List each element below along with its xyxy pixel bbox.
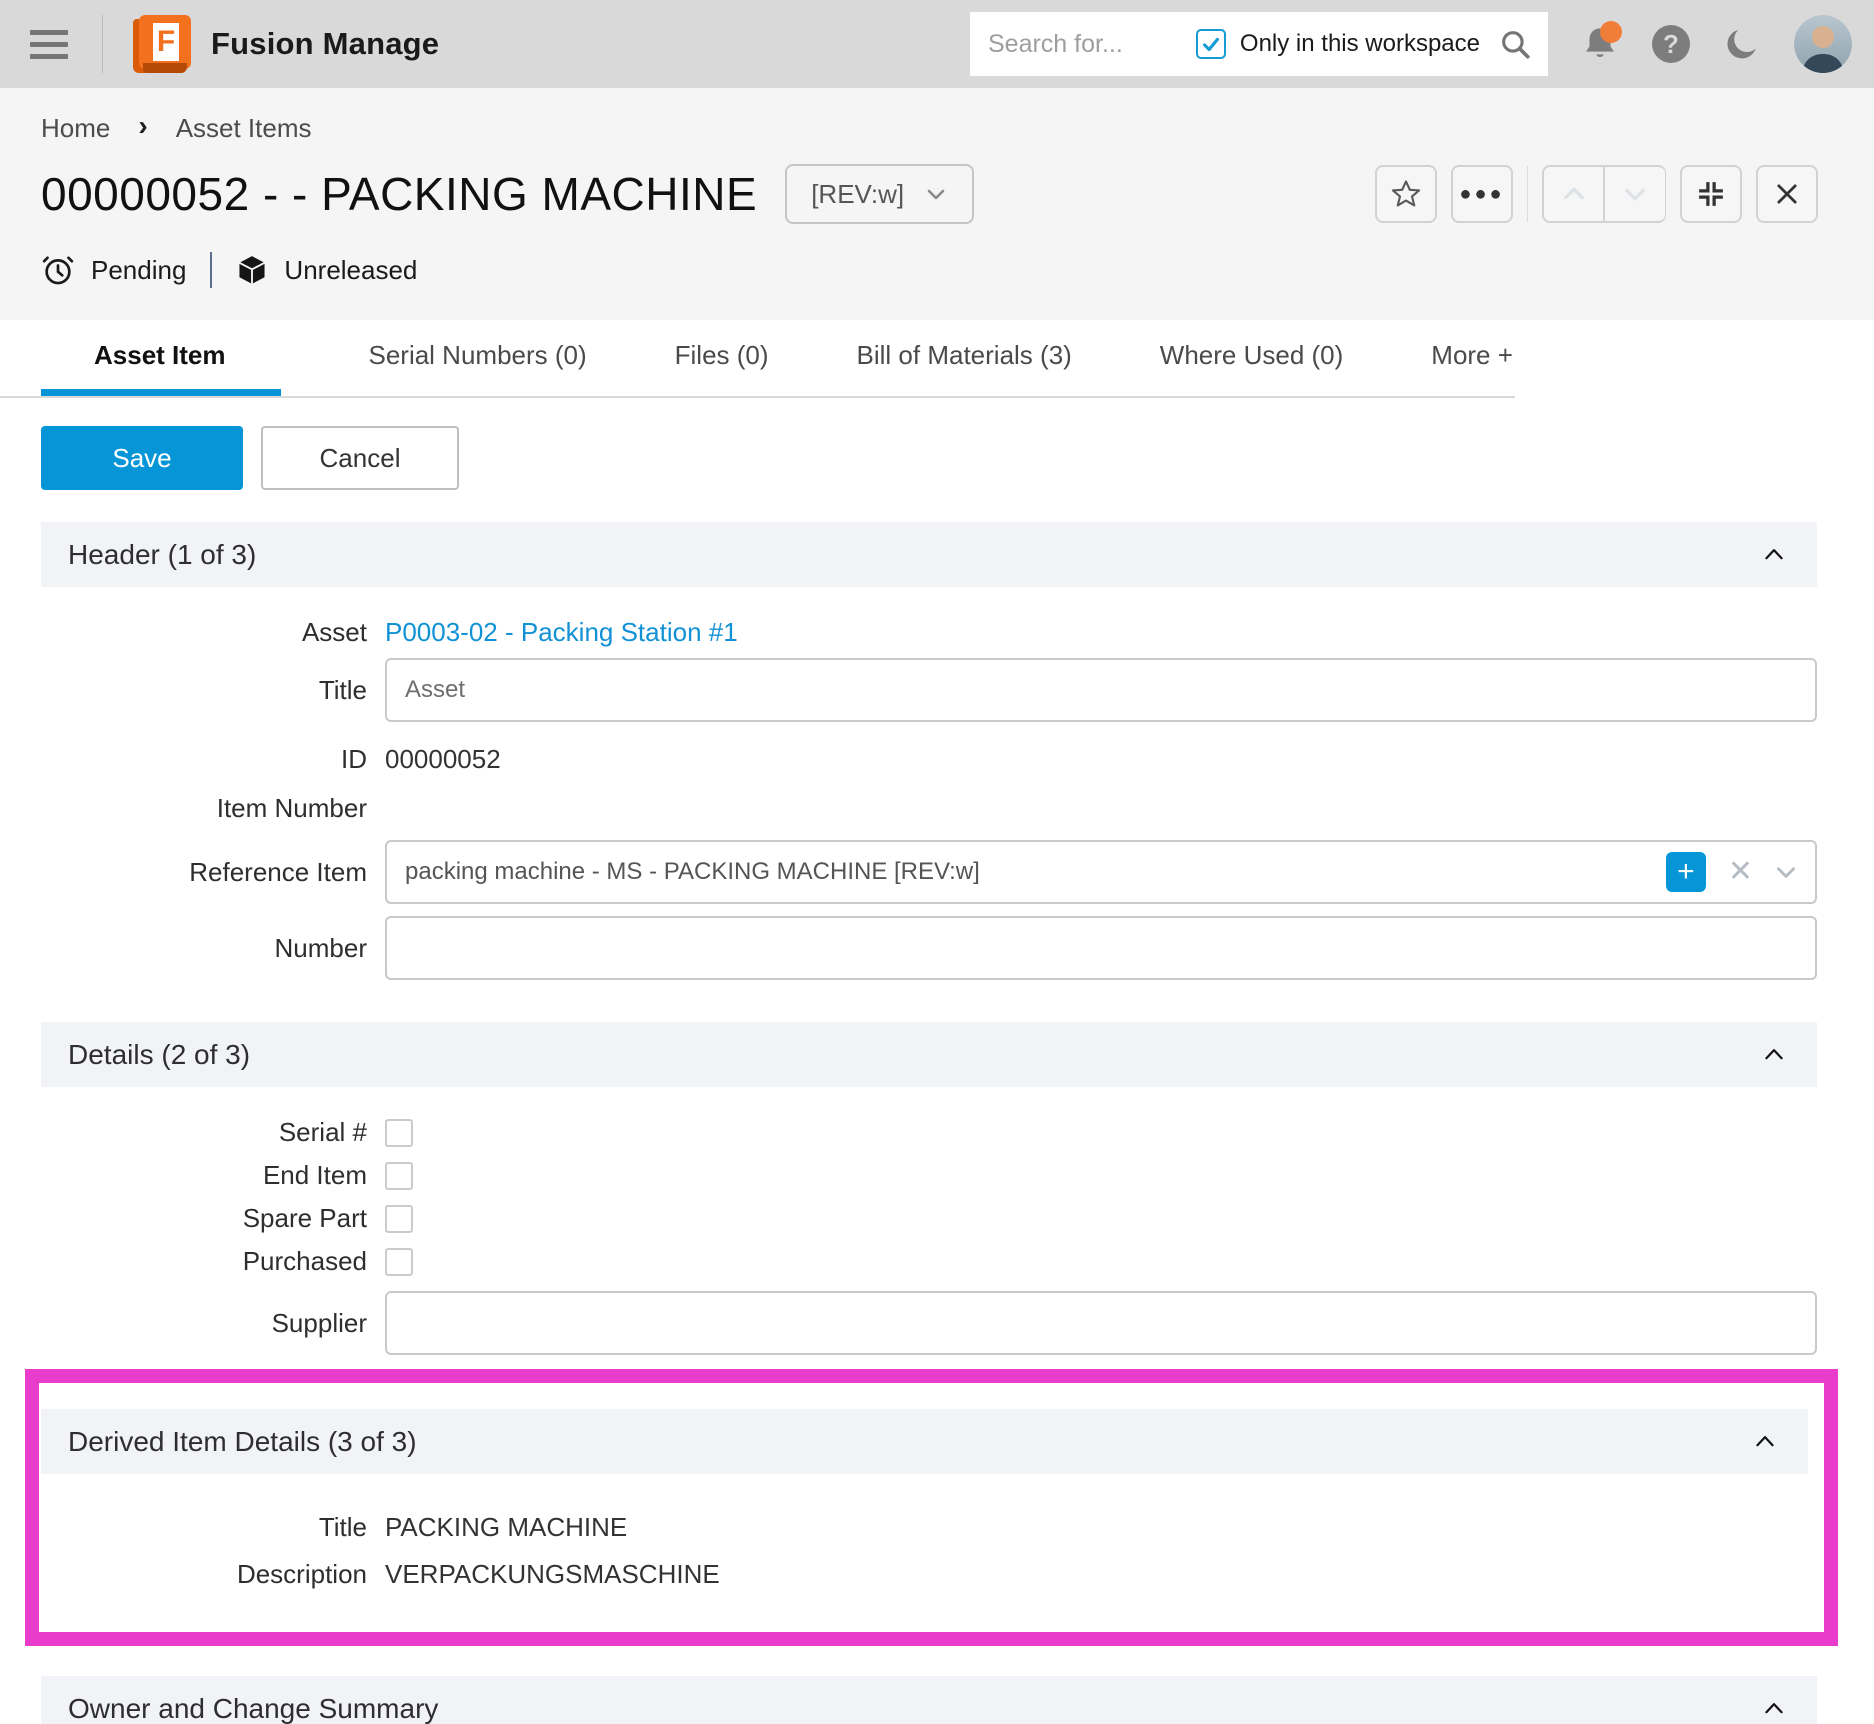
section-title: Header (1 of 3) <box>68 539 256 571</box>
purchased-checkbox[interactable] <box>385 1248 413 1276</box>
dark-mode-moon-icon[interactable] <box>1722 24 1762 64</box>
record-header: Home › Asset Items 00000052 - - PACKING … <box>0 88 1874 320</box>
workspace-checkbox[interactable] <box>1196 29 1226 59</box>
previous-record-button[interactable] <box>1542 165 1604 223</box>
collapse-chevron-icon[interactable] <box>1761 542 1787 568</box>
bookmark-button[interactable] <box>1375 165 1437 223</box>
title-input[interactable] <box>385 658 1817 722</box>
cancel-button[interactable]: Cancel <box>261 426 459 490</box>
field-purchased: Purchased <box>41 1246 1817 1277</box>
field-number: Number <box>41 916 1817 980</box>
section-header-bar[interactable]: Header (1 of 3) <box>41 522 1817 587</box>
field-title: Title <box>41 658 1817 722</box>
reference-item-picker[interactable]: packing machine - MS - PACKING MACHINE [… <box>385 840 1817 904</box>
notifications-bell-icon[interactable] <box>1580 23 1620 65</box>
user-avatar[interactable] <box>1794 15 1852 73</box>
tab-bar: Asset Item Serial Numbers (0) Files (0) … <box>0 320 1515 398</box>
release-state-badge: Unreleased <box>284 255 417 286</box>
status-badge: Pending <box>91 255 186 286</box>
plus-icon: + <box>1677 857 1695 887</box>
page-title: 00000052 - - PACKING MACHINE <box>41 167 757 221</box>
status-row: Pending Unreleased <box>41 252 1818 320</box>
collapse-chevron-icon[interactable] <box>1761 1696 1787 1722</box>
end-item-checkbox[interactable] <box>385 1162 413 1190</box>
tab-bill-of-materials[interactable]: Bill of Materials (3) <box>857 320 1072 396</box>
field-reference-item: Reference Item packing machine - MS - PA… <box>41 840 1817 904</box>
close-icon <box>1773 180 1801 208</box>
field-serial: Serial # <box>41 1117 1817 1148</box>
more-actions-button[interactable]: ●●● <box>1451 165 1513 223</box>
breadcrumb-home[interactable]: Home <box>41 113 110 144</box>
section-title: Details (2 of 3) <box>68 1039 250 1071</box>
derived-title-value: PACKING MACHINE <box>385 1512 627 1543</box>
chevron-up-icon <box>1560 180 1588 208</box>
fusion-manage-logo: F <box>133 15 191 73</box>
search-box: Only in this workspace <box>970 12 1548 76</box>
next-record-button[interactable] <box>1604 165 1666 223</box>
app-title: Fusion Manage <box>211 26 439 62</box>
field-item-number: Item Number <box>41 793 1817 824</box>
field-end-item: End Item <box>41 1160 1817 1191</box>
search-input[interactable] <box>988 30 1196 59</box>
tab-where-used[interactable]: Where Used (0) <box>1160 320 1344 396</box>
id-value: 00000052 <box>385 744 501 775</box>
tab-files[interactable]: Files (0) <box>675 320 769 396</box>
add-reference-button[interactable]: + <box>1666 852 1706 892</box>
tab-asset-item[interactable]: Asset Item <box>41 320 281 396</box>
actions-divider <box>1527 166 1528 222</box>
section-details-bar[interactable]: Details (2 of 3) <box>41 1022 1817 1087</box>
tab-more[interactable]: More + <box>1431 320 1513 396</box>
top-bar: F Fusion Manage Only in this workspace ? <box>0 0 1874 88</box>
topbar-divider <box>102 15 103 73</box>
breadcrumb-chevron-icon: › <box>138 112 147 144</box>
checkmark-icon <box>1200 33 1222 55</box>
supplier-input[interactable] <box>385 1291 1817 1355</box>
collapse-sections-button[interactable] <box>1680 165 1742 223</box>
field-derived-title: Title PACKING MACHINE <box>41 1512 1808 1543</box>
reference-item-value: packing machine - MS - PACKING MACHINE [… <box>405 858 1666 886</box>
section-owner-bar[interactable]: Owner and Change Summary <box>41 1676 1817 1724</box>
revision-dropdown[interactable]: [REV:w] <box>785 164 974 224</box>
derived-description-value: VERPACKUNGSMASCHINE <box>385 1559 720 1590</box>
unreleased-box-icon <box>236 254 268 286</box>
notification-badge <box>1600 21 1622 43</box>
field-id: ID 00000052 <box>41 744 1817 775</box>
pending-clock-icon <box>41 253 75 287</box>
serial-checkbox[interactable] <box>385 1119 413 1147</box>
status-divider <box>210 252 212 288</box>
section-derived-bar[interactable]: Derived Item Details (3 of 3) <box>41 1409 1808 1474</box>
revision-label: [REV:w] <box>811 179 904 210</box>
section-title: Owner and Change Summary <box>68 1693 438 1724</box>
field-supplier: Supplier <box>41 1291 1817 1355</box>
field-spare-part: Spare Part <box>41 1203 1817 1234</box>
tab-serial-numbers[interactable]: Serial Numbers (0) <box>368 320 586 396</box>
field-derived-description: Description VERPACKUNGSMASCHINE <box>41 1559 1808 1590</box>
highlight-annotation-box: Derived Item Details (3 of 3) Title PACK… <box>25 1369 1838 1646</box>
save-button[interactable]: Save <box>41 426 243 490</box>
section-title: Derived Item Details (3 of 3) <box>68 1426 417 1458</box>
field-asset: Asset P0003-02 - Packing Station #1 <box>41 617 1817 648</box>
breadcrumb-asset-items[interactable]: Asset Items <box>176 113 312 144</box>
asset-link[interactable]: P0003-02 - Packing Station #1 <box>385 617 738 648</box>
close-button[interactable] <box>1756 165 1818 223</box>
collapse-icon <box>1696 179 1726 209</box>
spare-part-checkbox[interactable] <box>385 1205 413 1233</box>
chevron-down-icon[interactable] <box>1773 859 1799 885</box>
ellipsis-icon: ●●● <box>1459 183 1504 206</box>
number-input[interactable] <box>385 916 1817 980</box>
clear-icon[interactable]: ✕ <box>1728 857 1753 887</box>
workspace-checkbox-label: Only in this workspace <box>1240 30 1480 58</box>
star-icon <box>1390 178 1422 210</box>
collapse-chevron-icon[interactable] <box>1761 1042 1787 1068</box>
chevron-down-icon <box>924 182 948 206</box>
help-icon[interactable]: ? <box>1652 25 1690 63</box>
breadcrumb: Home › Asset Items <box>41 112 1818 144</box>
hamburger-menu-icon[interactable] <box>30 30 68 59</box>
chevron-down-icon <box>1621 180 1649 208</box>
collapse-chevron-icon[interactable] <box>1752 1429 1778 1455</box>
search-icon[interactable] <box>1498 27 1532 61</box>
